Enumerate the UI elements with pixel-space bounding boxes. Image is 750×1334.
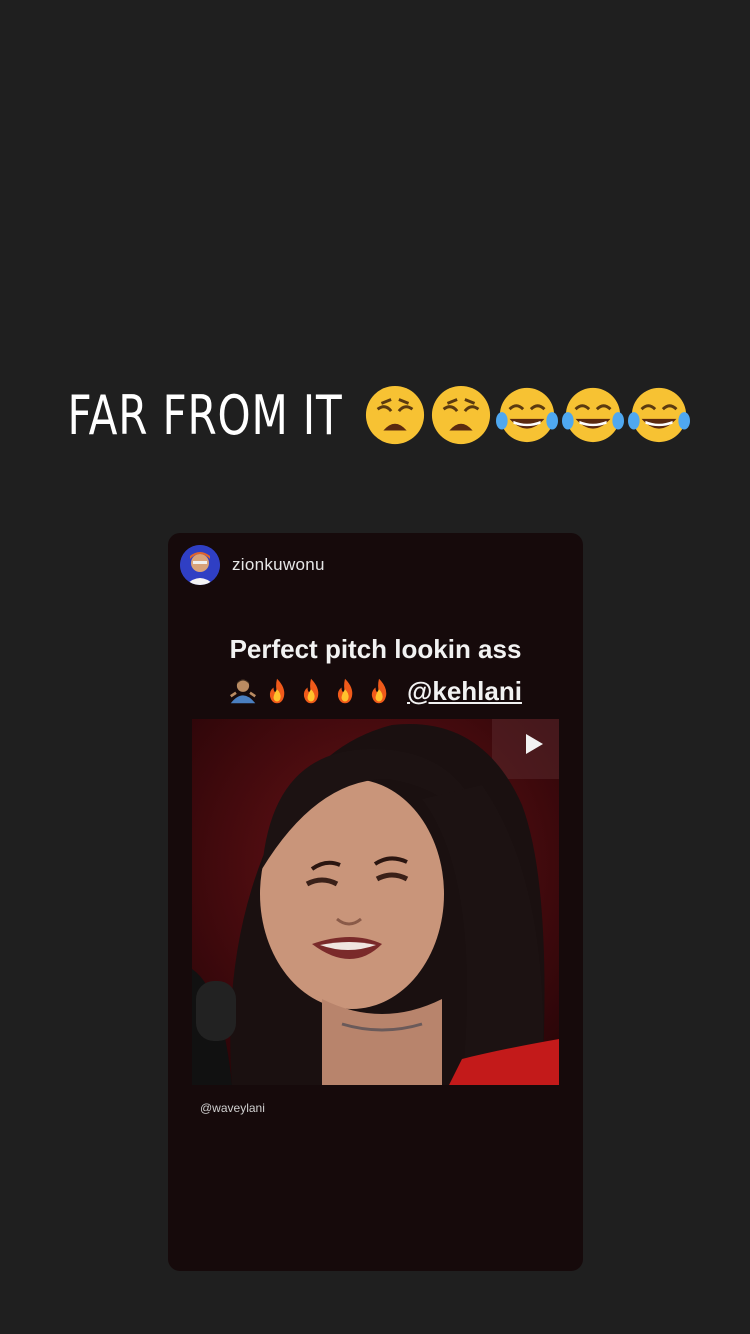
play-icon[interactable] — [523, 733, 545, 755]
username[interactable]: zionkuwonu — [232, 555, 325, 575]
video-frame — [192, 719, 559, 1085]
video-credit: @waveylani — [200, 1101, 265, 1115]
man-shrugging-icon — [230, 679, 256, 704]
tears-of-joy-icon — [562, 387, 625, 443]
mention-link[interactable]: @kehlani — [407, 670, 522, 712]
post-text: Perfect pitch lookin ass @kehlani — [168, 628, 583, 712]
caption-emojis — [364, 384, 691, 446]
weary-face-icon — [432, 385, 491, 445]
tears-of-joy-icon — [628, 387, 691, 443]
post-text-line1: Perfect pitch lookin ass — [229, 634, 522, 664]
story-caption: FAR FROM IT — [0, 375, 750, 455]
weary-face-icon — [366, 385, 425, 445]
tears-of-joy-icon — [496, 387, 559, 443]
avatar-image — [180, 545, 220, 585]
fire-icon — [371, 678, 387, 704]
shared-post-card[interactable]: zionkuwonu Perfect pitch lookin ass @keh… — [168, 533, 583, 1271]
caption-text: FAR FROM IT — [67, 383, 343, 447]
avatar[interactable] — [180, 545, 220, 585]
fire-icon — [303, 678, 319, 704]
post-header[interactable]: zionkuwonu — [180, 545, 325, 585]
video-thumbnail[interactable] — [192, 719, 559, 1085]
post-text-line2: @kehlani — [168, 670, 583, 712]
fire-icon — [337, 678, 353, 704]
fire-icon — [269, 678, 285, 704]
